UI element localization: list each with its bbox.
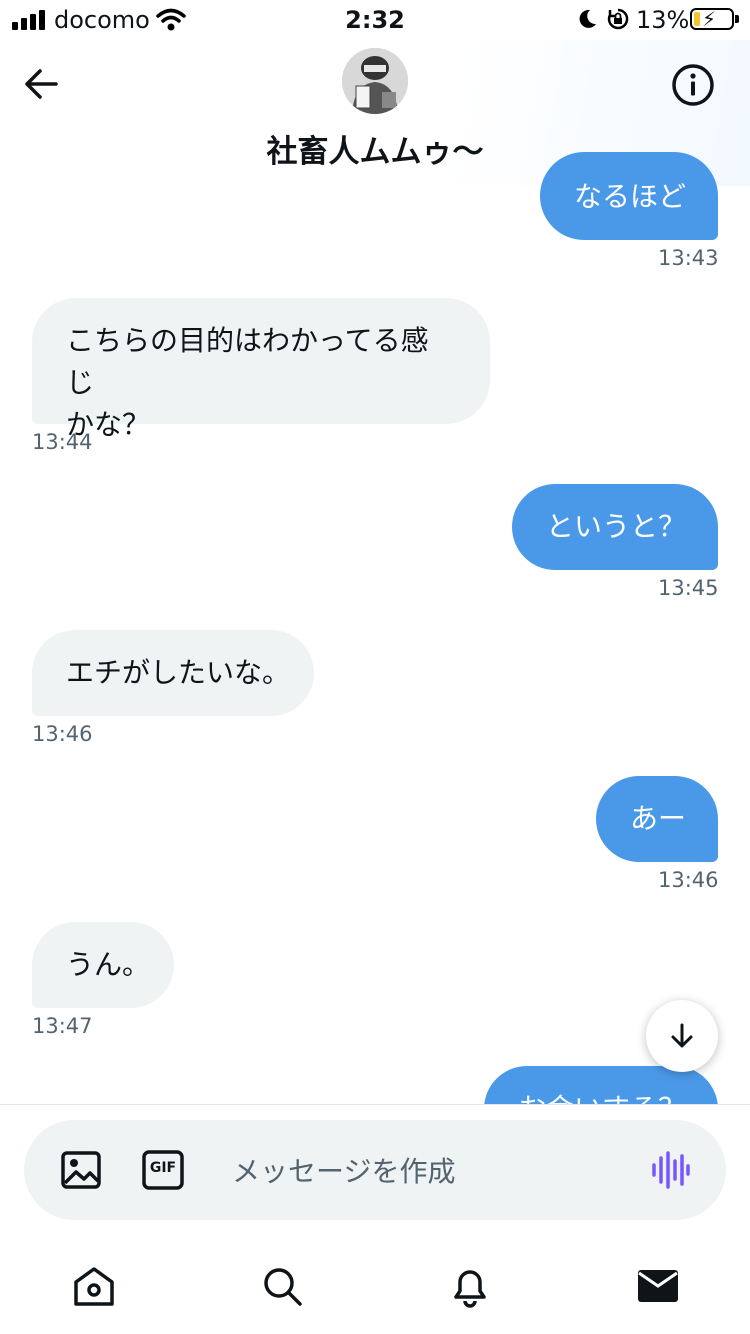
message-bubble-incoming[interactable]: うん。 [32, 922, 174, 1008]
message-timestamp: 13:46 [658, 868, 719, 892]
arrow-down-icon [671, 1023, 693, 1048]
message-text-line: かな？ [66, 408, 151, 441]
message-text: というと？ [546, 510, 687, 543]
message-timestamp: 13:47 [32, 1014, 93, 1038]
message-clip: お会いする？ [0, 1066, 750, 1104]
message-bubble-outgoing[interactable]: あー [596, 776, 718, 862]
home-icon[interactable] [72, 1264, 116, 1308]
avatar[interactable] [342, 48, 408, 114]
message-bubble-incoming[interactable]: エチがしたいな。 [32, 630, 314, 716]
message-text: うん。 [66, 948, 151, 981]
scroll-to-bottom-button[interactable] [646, 1000, 718, 1072]
avatar-image [342, 48, 408, 114]
gif-label: GIF [149, 1160, 177, 1176]
back-button[interactable] [20, 62, 64, 106]
message-timestamp: 13:44 [32, 430, 93, 454]
message-timestamp: 13:45 [658, 576, 719, 600]
search-icon[interactable] [260, 1264, 304, 1308]
message-text: あー [630, 802, 687, 835]
info-button[interactable] [670, 62, 716, 108]
message-bubble-outgoing[interactable]: なるほど [540, 152, 718, 240]
message-input[interactable] [230, 1146, 634, 1196]
gif-button[interactable]: GIF [142, 1150, 184, 1190]
battery-nub [735, 15, 739, 23]
message-text: なるほど [574, 180, 687, 213]
message-bubble-outgoing[interactable]: というと？ [512, 484, 718, 570]
composer-divider [0, 1104, 750, 1105]
message-text: エチがしたいな。 [66, 656, 291, 689]
battery-charging-icon: ⚡ [690, 7, 734, 31]
message-timestamp: 13:46 [32, 722, 93, 746]
mail-icon[interactable] [636, 1264, 680, 1308]
message-text: お会いする？ [518, 1092, 686, 1104]
rotation-lock-icon [607, 8, 629, 30]
status-bar: docomo 2:32 13% ⚡ [0, 0, 750, 40]
message-bubble-incoming[interactable]: こちらの目的はわかってる感じ かな？ [32, 298, 490, 441]
bell-icon[interactable] [448, 1264, 492, 1308]
voice-message-icon[interactable] [650, 1150, 690, 1190]
message-timestamp: 13:43 [658, 246, 719, 270]
image-icon[interactable] [60, 1150, 102, 1190]
battery-percent: 13% [636, 6, 690, 34]
moon-icon [579, 9, 596, 28]
message-text-line: こちらの目的はわかってる感じ [66, 324, 429, 399]
